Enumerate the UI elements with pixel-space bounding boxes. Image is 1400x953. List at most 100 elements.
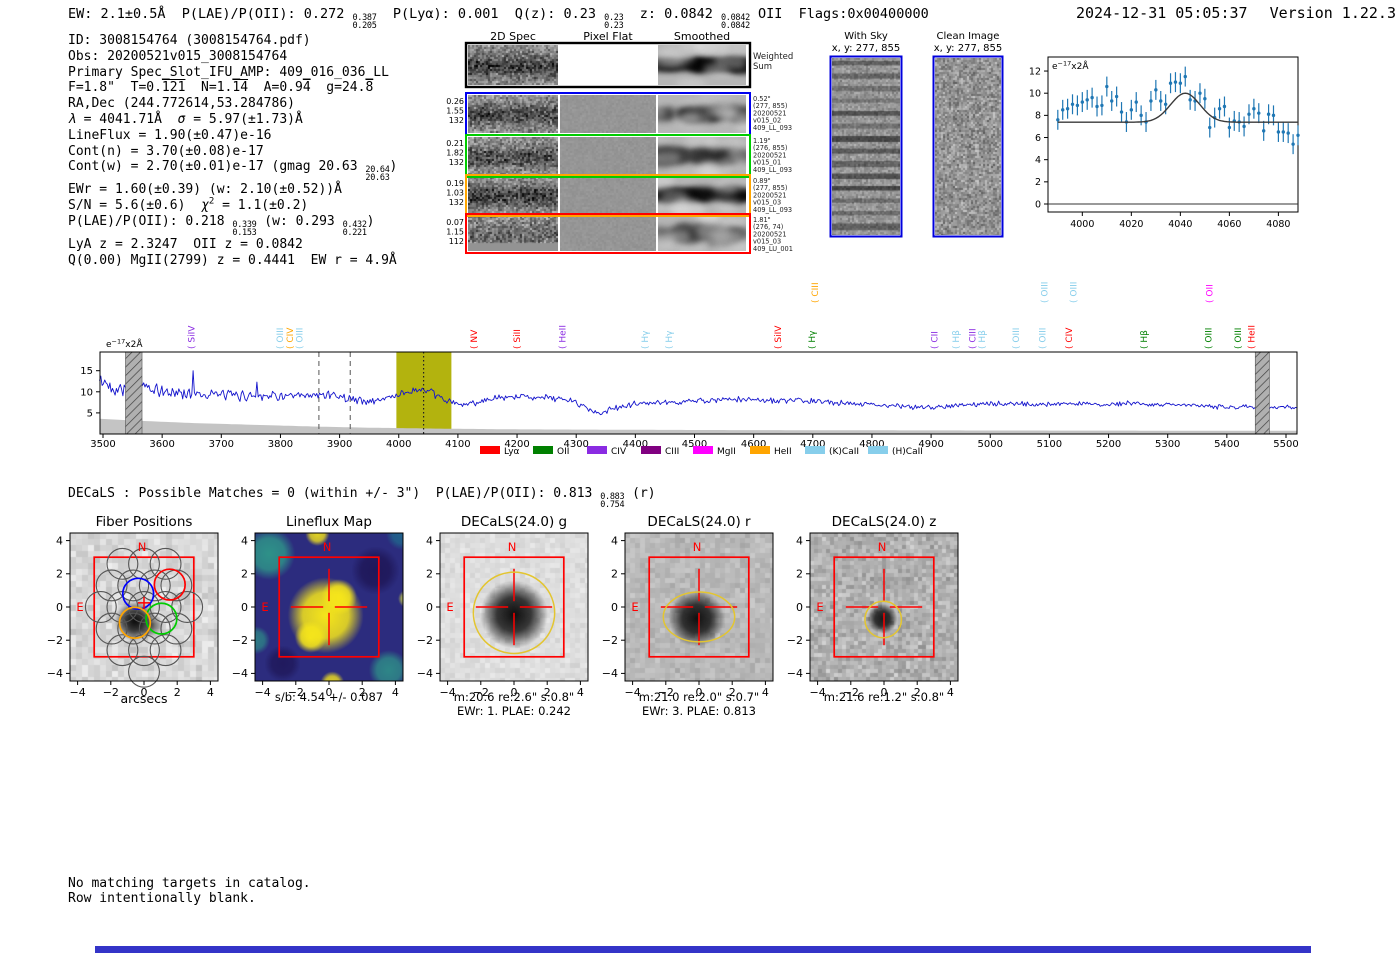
cutout-caption2: EWr: 3. PLAE: 0.813 xyxy=(642,704,756,718)
svg-text:4040: 4040 xyxy=(1168,219,1192,230)
spec2d-row-border xyxy=(465,134,751,178)
emission-line-label: ( CII xyxy=(931,331,941,349)
svg-text:4: 4 xyxy=(947,686,954,699)
svg-text:−4: −4 xyxy=(787,667,803,680)
aperture-ellipse xyxy=(864,600,903,639)
legend-swatch xyxy=(641,446,661,454)
emission-line-label: ( OIII xyxy=(1070,282,1080,303)
svg-text:3800: 3800 xyxy=(268,439,293,450)
spec2d-row-border xyxy=(465,174,751,217)
svg-text:1.03: 1.03 xyxy=(446,189,464,198)
cutout-caption: m:20.6 re:2.6" s:0.8" xyxy=(454,690,574,704)
legend-swatch xyxy=(868,446,888,454)
svg-text:−4: −4 xyxy=(232,667,248,680)
cutout-overlay: 442200−2−2−4−4DECaLS(24.0) gNEm:20.6 re:… xyxy=(417,514,589,718)
emission-line-label: ( HeII xyxy=(559,325,569,349)
emission-line-label: ( CIV xyxy=(1065,327,1075,349)
svg-text:5100: 5100 xyxy=(1037,439,1062,450)
svg-text:−4: −4 xyxy=(69,686,85,699)
spec2d-row-labels: 0.191.031320.89"(277, 855)20200521v015_0… xyxy=(446,177,792,214)
elixer-report-page: Weighted Sum 0.26 1.55 132 0.52" (277, 855) 202… xyxy=(0,0,1400,953)
masked-region xyxy=(1254,351,1270,435)
svg-text:e−17x2Å: e−17x2Å xyxy=(1052,60,1089,73)
compass-north: N xyxy=(138,540,147,554)
svg-text:4: 4 xyxy=(762,686,769,699)
with-sky-border xyxy=(829,55,903,238)
legend-swatch xyxy=(480,446,500,454)
compass-north: N xyxy=(323,540,332,554)
compass-north: N xyxy=(693,540,702,554)
svg-text:4: 4 xyxy=(577,686,584,699)
compass-north: N xyxy=(878,540,887,554)
svg-text:−2: −2 xyxy=(602,634,618,647)
svg-text:Weighted: Weighted xyxy=(753,52,793,62)
svg-text:409_LL_093: 409_LL_093 xyxy=(753,206,792,214)
svg-text:409_LL_093: 409_LL_093 xyxy=(753,166,792,174)
svg-text:2: 2 xyxy=(174,686,181,699)
svg-text:409_LL_093: 409_LL_093 xyxy=(753,124,792,132)
compass-east: E xyxy=(261,600,268,614)
svg-text:4: 4 xyxy=(241,534,248,547)
svg-text:−4: −4 xyxy=(417,667,433,680)
svg-text:10: 10 xyxy=(80,387,93,398)
compass-east: E xyxy=(631,600,638,614)
svg-text:4080: 4080 xyxy=(1266,219,1290,230)
spectrum-line xyxy=(99,362,1297,416)
legend-swatch xyxy=(805,446,825,454)
svg-text:4000: 4000 xyxy=(386,439,411,450)
svg-text:3700: 3700 xyxy=(209,439,234,450)
legend-label: OII xyxy=(557,447,569,457)
legend-label: HeII xyxy=(774,447,792,457)
svg-text:0.07: 0.07 xyxy=(446,218,464,227)
emission-line-label: ( Hγ xyxy=(641,330,651,349)
spectrum-legend: Lyα OII CIV CIII MgII HeII (K)CaII (H)CaII xyxy=(480,446,923,457)
emission-line-label: ( Hγ xyxy=(665,330,675,349)
emission-line-label: ( SiIV xyxy=(188,325,198,349)
svg-text:−2: −2 xyxy=(47,634,63,647)
spec2d-row-border xyxy=(464,41,752,89)
cutout-caption: m:21.0 re:2.0" s:0.7" xyxy=(639,690,759,704)
legend-label: (K)CaII xyxy=(829,447,859,457)
masked-region xyxy=(125,351,143,435)
svg-text:0: 0 xyxy=(56,601,63,614)
svg-text:132: 132 xyxy=(449,158,464,167)
svg-text:132: 132 xyxy=(449,116,464,125)
legend-swatch xyxy=(693,446,713,454)
svg-text:0: 0 xyxy=(426,601,433,614)
legend-label: Lyα xyxy=(504,447,520,457)
svg-text:1.55: 1.55 xyxy=(446,107,464,116)
svg-text:4020: 4020 xyxy=(1119,219,1143,230)
svg-text:3600: 3600 xyxy=(149,439,174,450)
svg-text:10: 10 xyxy=(1029,89,1041,100)
spec2d-row-border xyxy=(465,92,751,136)
emission-line-label: ( HeII xyxy=(1248,325,1258,349)
svg-text:1.15: 1.15 xyxy=(446,228,464,237)
svg-text:4: 4 xyxy=(207,686,214,699)
fiber-circles xyxy=(84,547,204,688)
svg-text:12: 12 xyxy=(1029,66,1041,77)
gaussian-fit-curve xyxy=(1057,92,1298,123)
vector-overlay: WeightedSum 0.261.551320.52"(277, 855)202… xyxy=(47,41,1300,718)
emission-line-label: ( Hβ xyxy=(952,330,962,349)
svg-text:2: 2 xyxy=(56,568,63,581)
compass-north: N xyxy=(508,540,517,554)
cutout-caption2: EWr: 1. PLAE: 0.242 xyxy=(457,704,571,718)
legend-label: CIV xyxy=(611,447,627,457)
legend-swatch xyxy=(533,446,553,454)
emission-line-label: ( Hβ xyxy=(1140,330,1150,349)
line-fit-chart: 4000 4020 4040 4060 4080 0 2 4 6 8 10 12 e−17x2Å xyxy=(1029,56,1300,230)
emission-line-label: ( OIII xyxy=(1038,328,1048,349)
svg-text:Sum: Sum xyxy=(753,62,772,72)
svg-text:0: 0 xyxy=(796,601,803,614)
cutout-title: Lineflux Map xyxy=(286,514,372,530)
svg-text:4000: 4000 xyxy=(1070,219,1094,230)
svg-text:112: 112 xyxy=(449,237,464,246)
emission-line-label: ( CIII xyxy=(811,282,821,303)
full-spectrum-chart: 3500 3600 3700 3800 3900 4000 4100 4200 4300 4400… xyxy=(80,282,1298,457)
svg-text:2: 2 xyxy=(426,568,433,581)
svg-text:−4: −4 xyxy=(254,686,270,699)
svg-text:0: 0 xyxy=(241,601,248,614)
svg-text:−4: −4 xyxy=(47,667,63,680)
svg-text:2: 2 xyxy=(1035,177,1041,188)
spec2d-row-border xyxy=(465,213,751,254)
